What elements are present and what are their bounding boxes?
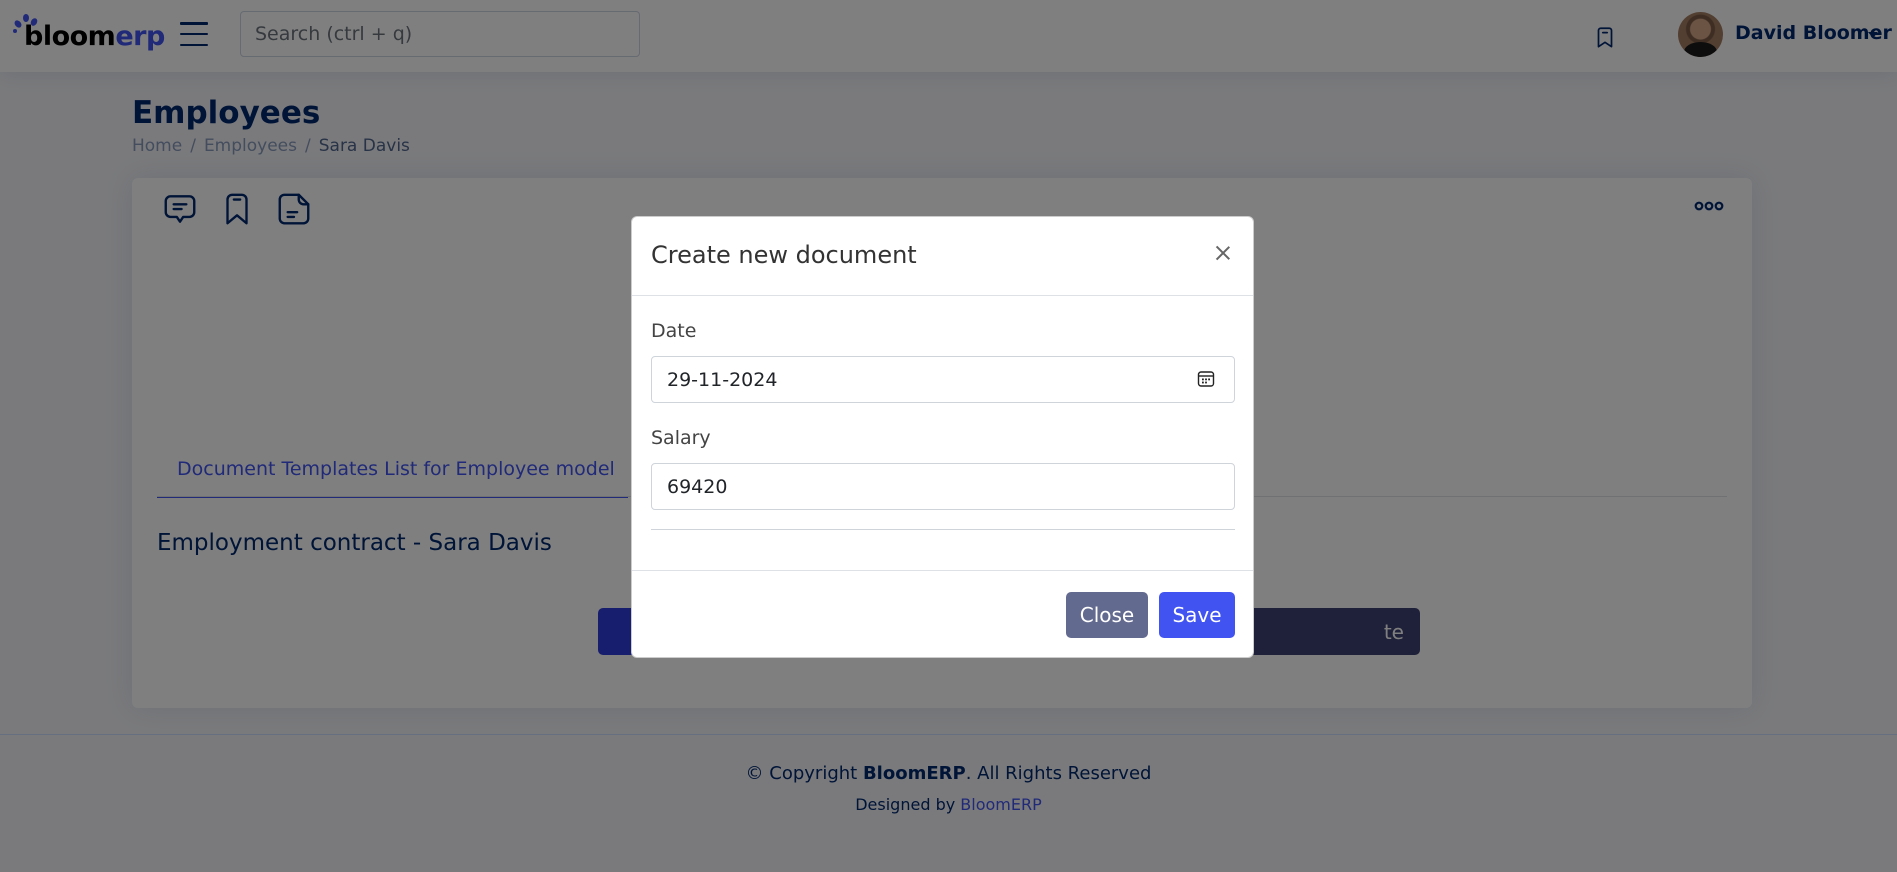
salary-field[interactable] (651, 463, 1235, 510)
modal-header: Create new document (632, 217, 1253, 296)
save-button[interactable]: Save (1159, 592, 1235, 638)
modal-title: Create new document (651, 241, 917, 269)
calendar-icon[interactable] (1196, 369, 1216, 389)
form-divider (651, 529, 1235, 530)
date-field[interactable] (651, 356, 1235, 403)
modal-footer: Close Save (632, 570, 1253, 658)
close-button[interactable]: Close (1066, 592, 1148, 638)
create-document-modal: Create new document Date Salary Close Sa… (631, 216, 1254, 658)
close-icon[interactable] (1215, 245, 1231, 261)
date-label: Date (651, 320, 697, 342)
salary-label: Salary (651, 427, 711, 449)
